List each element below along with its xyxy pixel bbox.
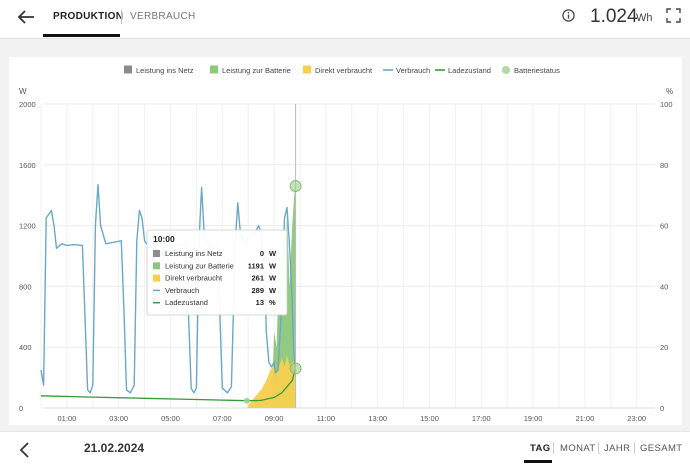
x-tick-label: 17:00	[472, 414, 491, 423]
period-divider	[598, 442, 599, 454]
tooltip-time: 10:00	[153, 234, 175, 244]
x-tick-label: 01:00	[58, 414, 77, 423]
legend-swatch	[210, 65, 218, 74]
battery-status-point	[243, 397, 250, 404]
top-bar: PRODUKTION VERBRAUCH 1.024 Wh	[0, 0, 690, 39]
y-tick-label-right: 40	[660, 282, 668, 291]
x-tick-label: 21:00	[576, 414, 595, 423]
y-tick-label-left: 400	[19, 343, 32, 352]
y-tick-label-left: 2000	[19, 100, 36, 109]
x-tick-label: 11:00	[317, 414, 335, 423]
period-tag-button[interactable]: TAG	[530, 443, 551, 454]
legend-label: Direkt verbraucht	[315, 66, 373, 75]
period-gesamt-button[interactable]: GESAMT	[640, 443, 683, 454]
y-tick-label-left: 1600	[19, 161, 36, 170]
tooltip-row-value: 289	[251, 286, 264, 295]
y-tick-label-left: 0	[19, 404, 23, 413]
tab-produktion[interactable]: PRODUKTION	[53, 11, 123, 22]
legend-swatch	[502, 66, 510, 74]
current-date: 21.02.2024	[84, 441, 145, 455]
tooltip-row-label: Direkt verbraucht	[165, 274, 223, 283]
y-tick-label-right: 80	[660, 161, 668, 170]
y-tick-label-right: 0	[660, 404, 664, 413]
x-tick-label: 23:00	[627, 414, 646, 423]
tooltip-row-label: Ladezustand	[165, 298, 208, 307]
legend-swatch	[124, 65, 132, 74]
chart-card: W% 0 400 800 1200 1600 2000 0 20 40 60 80 100 01:00 03…	[9, 57, 682, 425]
legend-label: Leistung ins Netz	[136, 66, 194, 75]
x-tick-label: 07:00	[213, 414, 232, 423]
tooltip-row-value: 261	[251, 274, 264, 283]
fullscreen-icon[interactable]	[666, 8, 681, 23]
back-arrow-icon[interactable]	[14, 6, 38, 28]
tooltip-row-value: 13	[256, 298, 264, 307]
tab-verbrauch[interactable]: VERBRAUCH	[130, 11, 196, 22]
y-tick-label-right: 60	[660, 222, 668, 231]
legend-label: Verbrauch	[396, 66, 430, 75]
y-tick-label-right: 20	[660, 343, 668, 352]
y-axis-unit-right: %	[666, 87, 673, 96]
legend-label: Batteriestatus	[514, 66, 560, 75]
period-divider	[634, 442, 635, 454]
tooltip-row-unit: W	[269, 249, 277, 258]
battery-status-point	[289, 180, 302, 192]
chevron-left-icon[interactable]	[18, 441, 32, 459]
tooltip-row-unit: W	[269, 286, 277, 295]
legend-label: Ladezustand	[448, 66, 491, 75]
x-tick-label: 03:00	[109, 414, 128, 423]
x-tick-label: 13:00	[368, 414, 387, 423]
tooltip-row-label: Leistung ins Netz	[165, 249, 223, 258]
x-tick-label: 05:00	[161, 414, 180, 423]
tooltip-row-value: 1191	[248, 261, 264, 270]
y-tick-label-left: 1200	[19, 222, 36, 231]
active-tab-indicator	[43, 34, 120, 37]
tooltip-swatch	[153, 250, 160, 257]
info-icon[interactable]	[562, 9, 575, 22]
tab-divider	[121, 10, 122, 24]
period-monat-button[interactable]: MONAT	[560, 443, 596, 454]
y-axis-unit-left: W	[19, 87, 27, 96]
y-tick-label-left: 800	[19, 282, 32, 291]
tooltip-row-label: Leistung zur Batterie	[165, 261, 234, 270]
footer-bar: 21.02.2024 TAG MONAT JAHR GESAMT	[0, 431, 690, 472]
y-tick-label-right: 100	[660, 100, 673, 109]
period-jahr-button[interactable]: JAHR	[604, 443, 630, 454]
tooltip-row-unit: W	[269, 274, 277, 283]
total-energy-unit: Wh	[636, 12, 653, 24]
battery-status-point	[289, 362, 302, 375]
x-tick-label: 09:00	[265, 414, 284, 423]
x-tick-label: 15:00	[420, 414, 439, 423]
x-tick-label: 19:00	[524, 414, 543, 423]
legend-swatch	[303, 65, 311, 74]
tooltip-swatch	[153, 262, 160, 270]
active-period-indicator	[524, 460, 552, 463]
legend-label: Leistung zur Batterie	[222, 66, 291, 75]
period-divider	[553, 442, 554, 454]
energy-chart[interactable]: W % 0 400 800 1200 1600 2000 0 20 40 60 80 100 01:00 03…	[9, 57, 682, 425]
tooltip-row-unit: W	[269, 261, 277, 270]
tooltip-row-label: Verbrauch	[165, 286, 199, 295]
tooltip-row-value: 0	[260, 249, 264, 258]
tooltip-swatch	[153, 274, 160, 282]
tooltip-row-unit: %	[269, 298, 276, 307]
total-energy-value: 1.024	[590, 6, 638, 27]
